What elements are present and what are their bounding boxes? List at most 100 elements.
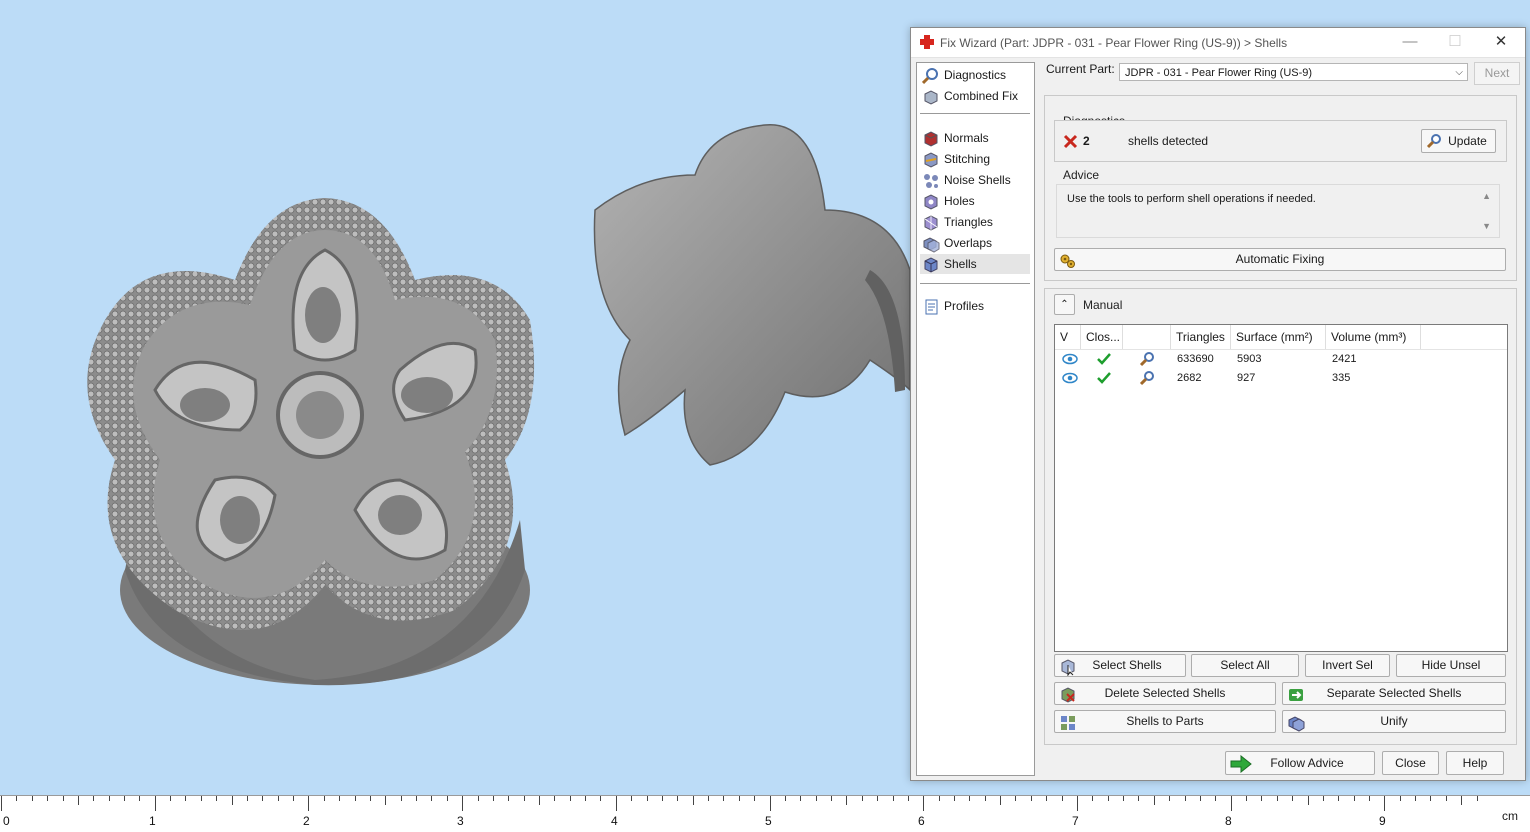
ruler-tick xyxy=(1292,796,1294,801)
ruler-tick xyxy=(1169,796,1171,801)
shells-to-parts-icon xyxy=(1061,716,1075,730)
next-button[interactable]: Next xyxy=(1474,62,1520,85)
ruler-tick xyxy=(1000,796,1001,805)
ruler-tick xyxy=(1123,796,1124,801)
ruler-tick xyxy=(16,796,18,801)
ruler-tick xyxy=(369,796,371,801)
title-bar[interactable]: Fix Wizard (Part: JDPR - 031 - Pear Flow… xyxy=(911,28,1525,58)
nav-label-diagnostics: Diagnostics xyxy=(944,68,1007,82)
column-header-v[interactable]: V xyxy=(1055,325,1081,349)
automatic-fixing-button[interactable]: Automatic Fixing xyxy=(1054,248,1506,271)
unify-icon xyxy=(1288,716,1305,732)
help-button[interactable]: Help xyxy=(1446,751,1504,775)
scroll-up-arrow[interactable]: ▲ xyxy=(1482,191,1491,201)
eye-icon[interactable] xyxy=(1062,353,1078,365)
column-header-triangles[interactable]: Triangles xyxy=(1171,325,1231,349)
maximize-button[interactable]: ☐ xyxy=(1440,32,1470,52)
follow-advice-button[interactable]: Follow Advice xyxy=(1225,751,1375,775)
nav-item-noise-shells[interactable]: Noise Shells xyxy=(920,170,1030,190)
shells-to-parts-button[interactable]: Shells to Parts xyxy=(1054,710,1276,733)
ruler-tick xyxy=(831,796,832,801)
current-part-dropdown[interactable]: JDPR - 031 - Pear Flower Ring (US-9) ⌵ xyxy=(1119,63,1468,81)
row-surface: 927 xyxy=(1237,372,1256,384)
nav-item-triangles[interactable]: Triangles xyxy=(920,212,1030,232)
column-header-volume[interactable]: Volume (mm³) xyxy=(1326,325,1421,349)
magnifier-icon[interactable] xyxy=(1139,370,1155,386)
ruler-tick xyxy=(139,796,141,801)
ruler-tick xyxy=(93,796,95,801)
ruler-tick xyxy=(1461,796,1463,805)
ruler-tick xyxy=(907,796,909,801)
column-header-surface[interactable]: Surface (mm²) xyxy=(1231,325,1326,349)
separate-shells-icon xyxy=(1289,689,1303,701)
ruler-tick xyxy=(646,796,648,801)
eye-icon[interactable] xyxy=(1062,372,1078,384)
ring-shell-model[interactable] xyxy=(590,120,910,470)
ruler-tick xyxy=(1,796,2,811)
delete-selected-shells-button[interactable]: Delete Selected Shells xyxy=(1054,682,1276,705)
separate-selected-shells-button[interactable]: Separate Selected Shells xyxy=(1282,682,1506,705)
magnifier-icon[interactable] xyxy=(1139,351,1155,367)
nav-item-normals[interactable]: Normals xyxy=(920,128,1030,148)
shells-table[interactable]: V Clos... Triangles Surface (mm²) Volume… xyxy=(1054,324,1508,652)
ruler-tick xyxy=(1076,796,1078,811)
nav-item-stitching[interactable]: Stitching xyxy=(920,149,1030,169)
ruler-tick xyxy=(1322,796,1324,801)
ruler-tick xyxy=(462,796,464,811)
ruler-tick xyxy=(277,796,279,801)
scroll-down-arrow[interactable]: ▼ xyxy=(1482,221,1491,231)
ruler-label-7: 7 xyxy=(1072,814,1079,828)
ruler-tick xyxy=(1153,796,1155,805)
ruler-tick xyxy=(124,796,125,801)
ruler-tick xyxy=(538,796,540,805)
row-volume: 2421 xyxy=(1332,353,1357,365)
delete-selected-shells-label: Delete Selected Shells xyxy=(1104,686,1226,700)
ruler-tick xyxy=(108,796,110,801)
update-button[interactable]: Update xyxy=(1421,129,1496,153)
ruler-tick xyxy=(77,796,79,805)
ruler-tick xyxy=(585,796,587,801)
ruler-label-1: 1 xyxy=(149,814,156,828)
nav-label-triangles: Triangles xyxy=(944,215,993,229)
hide-unsel-button[interactable]: Hide Unsel xyxy=(1396,654,1506,677)
chevron-up-icon: ⌃ xyxy=(1060,299,1069,310)
select-all-button[interactable]: Select All xyxy=(1191,654,1299,677)
unify-button[interactable]: Unify xyxy=(1282,710,1506,733)
ruler-tick xyxy=(1276,796,1278,801)
current-part-label: Current Part: xyxy=(1046,62,1115,76)
nav-separator xyxy=(920,283,1030,284)
ruler-tick xyxy=(231,796,233,805)
ruler-tick xyxy=(492,796,494,801)
select-shells-label: Select Shells xyxy=(1092,658,1162,672)
nav-item-diagnostics[interactable]: Diagnostics xyxy=(920,65,1030,85)
minimize-button[interactable]: — xyxy=(1395,32,1425,52)
nav-item-profiles[interactable]: Profiles xyxy=(920,296,1030,316)
column-header-inspect[interactable] xyxy=(1123,325,1171,349)
ruler-tick xyxy=(846,796,848,805)
overlaps-icon xyxy=(923,237,940,253)
close-button[interactable]: Close xyxy=(1382,751,1439,775)
nav-item-combined-fix[interactable]: Combined Fix xyxy=(920,86,1030,106)
flower-ring-model[interactable] xyxy=(55,190,545,690)
update-label: Update xyxy=(1448,134,1487,148)
nav-item-shells[interactable]: Shells xyxy=(920,254,1030,274)
collapse-manual-button[interactable]: ⌃ xyxy=(1054,294,1075,315)
row-triangles: 633690 xyxy=(1177,353,1214,365)
column-header-closed[interactable]: Clos... xyxy=(1081,325,1123,349)
noise-shells-icon xyxy=(924,174,938,188)
close-window-button[interactable]: ✕ xyxy=(1486,32,1516,52)
select-shells-button[interactable]: Select Shells xyxy=(1054,654,1186,677)
ruler-tick xyxy=(508,796,510,801)
nav-item-holes[interactable]: Holes xyxy=(920,191,1030,211)
manual-title: Manual xyxy=(1083,298,1123,312)
window-title: Fix Wizard (Part: JDPR - 031 - Pear Flow… xyxy=(940,36,1288,50)
ruler-tick xyxy=(339,796,341,801)
ruler-tick xyxy=(431,796,433,801)
ruler-unit: cm xyxy=(1502,809,1518,823)
nav-item-overlaps[interactable]: Overlaps xyxy=(920,233,1030,253)
ruler-tick xyxy=(293,796,294,801)
ruler-tick xyxy=(416,796,417,801)
ruler-label-0: 0 xyxy=(3,814,10,828)
ruler-tick xyxy=(1107,796,1109,801)
invert-sel-button[interactable]: Invert Sel xyxy=(1305,654,1390,677)
